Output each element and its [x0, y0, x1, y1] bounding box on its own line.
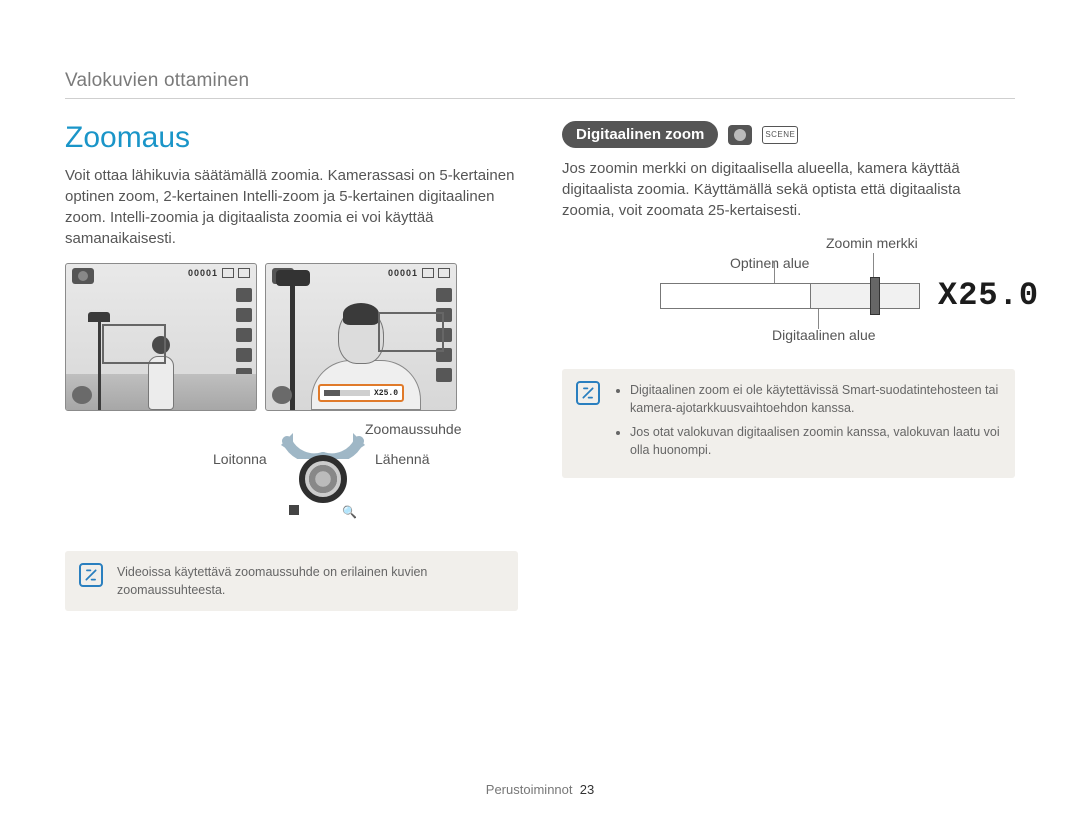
zoom-dial-diagram: Zoomaussuhde Loitonna Lähennä 🔍	[65, 417, 518, 527]
footer-section: Perustoiminnot	[486, 782, 573, 797]
shot-counter: 00001	[188, 268, 218, 278]
focus-rectangle	[378, 312, 444, 352]
focus-rectangle	[102, 324, 166, 364]
breadcrumb: Valokuvien ottaminen	[65, 70, 1015, 99]
zoom-out-label: Loitonna	[213, 451, 267, 467]
right-column: Digitaalinen zoom SCENE Jos zoomin merkk…	[562, 121, 1015, 611]
zoom-bar-value: X25.0	[374, 389, 398, 398]
note-bullet: Digitaalinen zoom ei ole käytettävissä S…	[630, 381, 1001, 417]
zoom-ratio-label: Zoomaussuhde	[365, 421, 462, 437]
wide-icon	[289, 505, 299, 515]
zoom-range-diagram: Zoomin merkki Optinen alue X25.0 Digitaa…	[570, 235, 1015, 345]
page-number: 23	[580, 782, 594, 797]
note-icon	[576, 381, 600, 405]
section-pill: Digitaalinen zoom	[562, 121, 718, 148]
tele-icon: 🔍	[342, 505, 357, 519]
note-icon	[79, 563, 103, 587]
intro-paragraph-left: Voit ottaa lähikuvia säätämällä zoomia. …	[65, 165, 518, 249]
note-bullet: Jos otat valokuvan digitaalisen zoomin k…	[630, 423, 1001, 459]
memory-icon	[422, 268, 434, 278]
osd-icon	[236, 348, 252, 362]
zoom-value-readout: X25.0	[938, 277, 1039, 314]
battery-icon	[438, 268, 450, 278]
osd-icon	[236, 308, 252, 322]
left-column: Zoomaus Voit ottaa lähikuvia säätämällä …	[65, 121, 518, 611]
note-box-right: Digitaalinen zoom ei ole käytettävissä S…	[562, 369, 1015, 478]
example-shot-zoomed: 00001	[265, 263, 457, 411]
example-screenshots: 00001	[65, 263, 518, 411]
intro-paragraph-right: Jos zoomin merkki on digitaalisella alue…	[562, 158, 1015, 221]
shot-counter: 00001	[388, 268, 418, 278]
note-box-left: Videoissa käytettävä zoomaussuhde on eri…	[65, 551, 518, 611]
stabilizer-icon	[272, 386, 292, 404]
memory-icon	[222, 268, 234, 278]
zoom-bar-osd: X25.0	[318, 384, 404, 402]
camera-mode-icon	[728, 125, 752, 145]
page-title: Zoomaus	[65, 121, 518, 155]
zoom-range-bar	[660, 283, 920, 309]
osd-icon	[436, 288, 452, 302]
osd-icon	[436, 368, 452, 382]
camera-mode-icon	[72, 268, 94, 284]
zoom-dial-graphic: 🔍	[287, 431, 359, 513]
zoom-position-knob	[870, 277, 880, 315]
page-footer: Perustoiminnot 23	[0, 782, 1080, 797]
stabilizer-icon	[72, 386, 92, 404]
digital-range-label: Digitaalinen alue	[772, 327, 876, 343]
osd-icon	[236, 288, 252, 302]
optical-range-label: Optinen alue	[730, 255, 809, 271]
battery-icon	[238, 268, 250, 278]
osd-icon	[236, 328, 252, 342]
scene-mode-chip: SCENE	[762, 126, 798, 144]
zoom-indicator-label: Zoomin merkki	[826, 235, 918, 251]
example-shot-wide: 00001	[65, 263, 257, 411]
zoom-in-label: Lähennä	[375, 451, 430, 467]
note-text: Videoissa käytettävä zoomaussuhde on eri…	[117, 563, 504, 599]
osd-side-icons	[236, 288, 252, 382]
